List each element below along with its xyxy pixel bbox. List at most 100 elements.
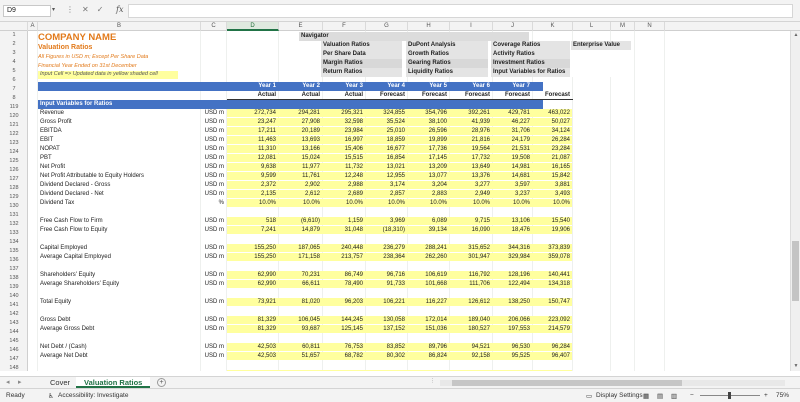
value-cell[interactable]: 24,179 [493,136,533,145]
row-header-123[interactable]: 123 [0,139,27,148]
value-cell[interactable]: 7,241 [227,226,279,235]
value-cell[interactable]: 42,503 [227,352,279,361]
value-cell[interactable]: 10.0% [323,199,366,208]
value-cell[interactable]: 14,879 [279,226,323,235]
value-cell[interactable]: 238,364 [366,253,408,262]
value-cell[interactable]: 17,736 [408,145,450,154]
value-cell[interactable]: 81,329 [227,316,279,325]
value-cell[interactable]: 81,020 [279,298,323,307]
column-header-c[interactable]: C [201,22,227,31]
value-cell[interactable]: 106,045 [279,316,323,325]
value-cell[interactable]: 21,816 [450,136,493,145]
value-cell[interactable] [323,262,366,271]
scroll-down-icon[interactable]: ▼ [791,363,800,369]
row-header-127[interactable]: 127 [0,175,27,184]
value-cell[interactable]: 15,842 [533,172,573,181]
row-header-2[interactable]: 2 [0,40,27,49]
value-cell[interactable]: 50,027 [533,118,573,127]
value-cell[interactable]: 18,476 [493,226,533,235]
row-header-121[interactable]: 121 [0,121,27,130]
tab-split-icon[interactable]: ⋮ [430,378,435,384]
value-cell[interactable]: 83,852 [366,343,408,352]
value-cell[interactable] [279,361,323,370]
value-cell[interactable] [227,289,279,298]
value-cell[interactable]: 538,451 [450,370,493,371]
value-cell[interactable] [533,289,573,298]
value-cell[interactable]: 17,732 [450,154,493,163]
value-cell[interactable]: 134,318 [533,280,573,289]
value-cell[interactable] [493,361,533,370]
value-cell[interactable] [323,361,366,370]
value-cell[interactable]: 15,540 [533,217,573,226]
column-header-b[interactable]: B [38,22,201,31]
value-cell[interactable]: 41,939 [450,118,493,127]
value-cell[interactable] [533,307,573,316]
value-cell[interactable] [450,289,493,298]
navigator-link[interactable]: Investment Ratios [491,59,570,68]
value-cell[interactable]: 1,159 [323,217,366,226]
value-cell[interactable]: 34,124 [533,127,573,136]
row-header-139[interactable]: 139 [0,283,27,292]
zoom-level[interactable]: 75% [776,392,789,399]
value-cell[interactable]: 10.0% [227,199,279,208]
value-cell[interactable]: 38,100 [408,118,450,127]
value-cell[interactable] [408,262,450,271]
value-cell[interactable] [533,208,573,217]
value-cell[interactable] [323,208,366,217]
value-cell[interactable]: 31,706 [493,127,533,136]
value-cell[interactable]: 23,284 [533,145,573,154]
value-cell[interactable]: 3,237 [493,190,533,199]
value-cell[interactable]: 16,165 [533,163,573,172]
value-cell[interactable]: 91,733 [366,280,408,289]
value-cell[interactable] [323,289,366,298]
navigator-link[interactable]: Per Share Data [321,50,402,59]
value-cell[interactable] [533,262,573,271]
row-header-138[interactable]: 138 [0,274,27,283]
tab-valuation-ratios[interactable]: Valuation Ratios [76,377,151,388]
value-cell[interactable]: 10.0% [279,199,323,208]
value-cell[interactable]: 11,310 [227,145,279,154]
value-cell[interactable] [366,262,408,271]
row-header-8[interactable]: 8 [0,94,27,103]
zoom-slider-knob[interactable] [728,392,731,399]
column-header-f[interactable]: F [323,22,366,31]
row-header-140[interactable]: 140 [0,292,27,301]
value-cell[interactable] [366,307,408,316]
value-cell[interactable] [450,262,493,271]
value-cell[interactable] [366,361,408,370]
value-cell[interactable]: 15,515 [323,154,366,163]
chevron-down-icon[interactable]: ▾ [52,6,55,13]
value-cell[interactable]: 223,092 [533,316,573,325]
navigator-link[interactable]: Input Variables for Ratios [491,68,570,77]
value-cell[interactable] [227,334,279,343]
value-cell[interactable] [227,262,279,271]
value-cell[interactable]: 9,638 [227,163,279,172]
value-cell[interactable] [366,289,408,298]
value-cell[interactable]: 106,221 [366,298,408,307]
column-header-d[interactable]: D [227,22,279,31]
value-cell[interactable]: 140,441 [533,271,573,280]
value-cell[interactable]: 60,811 [279,343,323,352]
row-header-6[interactable]: 6 [0,76,27,85]
navigator-link[interactable]: Enterprise Value [571,41,631,50]
value-cell[interactable]: 106,619 [408,271,450,280]
column-header-e[interactable]: E [279,22,323,31]
row-header-4[interactable]: 4 [0,58,27,67]
value-cell[interactable]: 2,135 [227,190,279,199]
value-cell[interactable]: 11,732 [323,163,366,172]
tab-prev-icon[interactable]: ◂ [6,378,10,386]
value-cell[interactable] [533,361,573,370]
function-icon[interactable]: fx [116,5,123,14]
value-cell[interactable]: 13,166 [279,145,323,154]
value-cell[interactable]: 46,227 [493,118,533,127]
value-cell[interactable]: 206,066 [493,316,533,325]
value-cell[interactable] [227,208,279,217]
value-cell[interactable]: 122,494 [493,280,533,289]
navigator-link[interactable]: DuPont Analysis [406,41,488,50]
value-cell[interactable]: 35,524 [366,118,408,127]
value-cell[interactable]: 329,984 [493,253,533,262]
value-cell[interactable]: 2,689 [323,190,366,199]
zoom-out-icon[interactable]: − [690,392,694,399]
value-cell[interactable]: 13,106 [493,217,533,226]
row-header-128[interactable]: 128 [0,184,27,193]
